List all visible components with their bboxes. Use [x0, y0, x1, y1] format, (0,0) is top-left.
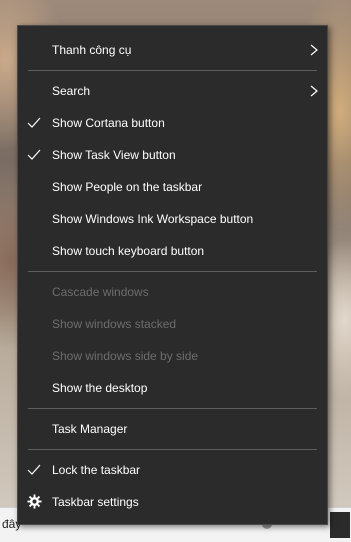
- chevron-right-icon: [310, 44, 318, 56]
- menu-item-show-people[interactable]: Show People on the taskbar: [18, 171, 327, 203]
- menu-item-label: Show Windows Ink Workspace button: [52, 212, 254, 226]
- menu-item-show-task-view-button[interactable]: Show Task View button: [18, 139, 327, 171]
- menu-item-show-windows-stacked: Show windows stacked: [18, 308, 327, 340]
- taskbar-context-menu: Thanh công cụ Search Show Cortana button…: [17, 25, 328, 525]
- menu-separator: [28, 70, 317, 71]
- menu-separator: [28, 271, 317, 272]
- menu-item-label: Task Manager: [52, 422, 128, 436]
- menu-item-label: Cascade windows: [52, 285, 149, 299]
- menu-item-task-manager[interactable]: Task Manager: [18, 413, 327, 445]
- menu-item-label: Show Cortana button: [52, 116, 165, 130]
- menu-separator: [28, 408, 317, 409]
- chevron-right-icon: [310, 85, 318, 97]
- menu-item-label: Thanh công cụ: [52, 43, 132, 57]
- menu-item-label: Search: [52, 84, 91, 98]
- menu-item-lock-taskbar[interactable]: Lock the taskbar: [18, 454, 327, 486]
- menu-item-label: Show the desktop: [52, 381, 148, 395]
- menu-item-label: Taskbar settings: [52, 495, 139, 509]
- menu-item-toolbars[interactable]: Thanh công cụ: [18, 34, 327, 66]
- menu-separator: [28, 449, 317, 450]
- menu-item-taskbar-settings[interactable]: Taskbar settings: [18, 486, 327, 518]
- menu-item-label: Show windows stacked: [52, 317, 177, 331]
- menu-item-label: Show touch keyboard button: [52, 244, 205, 258]
- menu-item-label: Show windows side by side: [52, 349, 199, 363]
- menu-item-label: Show People on the taskbar: [52, 180, 203, 194]
- menu-item-show-windows-side-by-side: Show windows side by side: [18, 340, 327, 372]
- checkmark-icon: [27, 117, 41, 128]
- menu-item-label: Lock the taskbar: [52, 463, 141, 477]
- menu-item-show-cortana-button[interactable]: Show Cortana button: [18, 107, 327, 139]
- checkmark-icon: [27, 149, 41, 160]
- menu-item-cascade-windows: Cascade windows: [18, 276, 327, 308]
- menu-item-show-desktop[interactable]: Show the desktop: [18, 372, 327, 404]
- menu-item-search[interactable]: Search: [18, 75, 327, 107]
- menu-item-label: Show Task View button: [52, 148, 176, 162]
- menu-item-show-windows-ink[interactable]: Show Windows Ink Workspace button: [18, 203, 327, 235]
- taskbar-button[interactable]: [330, 512, 350, 538]
- checkmark-icon: [27, 464, 41, 475]
- menu-item-show-touch-keyboard[interactable]: Show touch keyboard button: [18, 235, 327, 267]
- gear-icon: [27, 494, 42, 509]
